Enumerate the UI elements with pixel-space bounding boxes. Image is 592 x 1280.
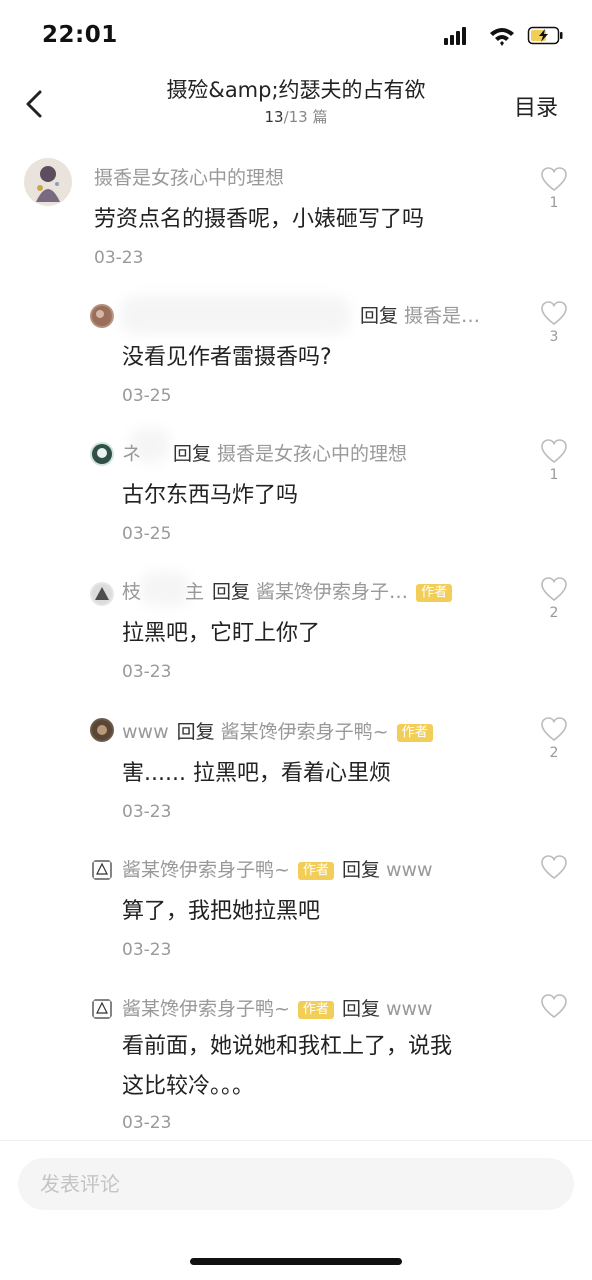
- avatar[interactable]: [90, 442, 114, 466]
- heart-icon: [541, 855, 567, 880]
- like-count: 2: [549, 745, 559, 761]
- like-button[interactable]: [538, 854, 570, 883]
- comment-author[interactable]: 酱某馋伊索身子鸭~: [122, 998, 290, 1020]
- comment-text: 拉黑吧，它盯上你了: [122, 621, 321, 646]
- author-badge: 作者: [297, 1001, 334, 1019]
- like-count: 1: [549, 467, 559, 483]
- reply-label: 回复: [360, 305, 399, 327]
- reply-target[interactable]: 摄香是…: [404, 305, 480, 327]
- like-count: 3: [549, 329, 559, 345]
- reply-label: 回复: [341, 998, 380, 1020]
- reply-target[interactable]: www: [386, 998, 433, 1020]
- comment-author-line: www 回复 酱某馋伊索身子鸭~ 作者: [122, 718, 433, 746]
- comment-author-line: 酱某馋伊索身子鸭~ 作者 回复 www: [122, 995, 433, 1023]
- avatar[interactable]: [90, 582, 114, 606]
- reply-target[interactable]: 摄香是女孩心中的理想: [217, 443, 407, 465]
- page-total: /13 篇: [283, 108, 328, 126]
- heart-icon: [541, 717, 567, 742]
- comment-date: 03-25: [122, 524, 172, 544]
- reply-target[interactable]: www: [386, 859, 433, 881]
- toc-button[interactable]: 目录: [514, 90, 558, 122]
- comment-date: 03-23: [94, 248, 144, 268]
- redaction-blur: [120, 296, 350, 334]
- avatar[interactable]: [24, 158, 72, 206]
- reply-item: 枝 主回复 酱某馋伊索身子… 作者 拉黑吧，它盯上你了 03-23 2: [0, 566, 592, 696]
- status-time: 22:01: [42, 22, 118, 48]
- avatar[interactable]: [90, 858, 114, 882]
- comment-item: 摄香是女孩心中的理想 劳资点名的摄香呢，小婊砸写了吗 03-23 1: [0, 150, 592, 280]
- reply-label: 回复: [173, 443, 212, 465]
- status-bar: 22:01: [0, 0, 592, 70]
- heart-icon: [541, 577, 567, 602]
- reply-label: 回复: [176, 721, 215, 743]
- page-counter: 13/13 篇: [220, 106, 372, 127]
- battery-charging-icon: [527, 26, 563, 45]
- reply-target[interactable]: 酱某馋伊索身子…: [256, 581, 408, 603]
- like-count: 2: [549, 605, 559, 621]
- like-button[interactable]: 2: [538, 576, 570, 621]
- like-button[interactable]: 1: [538, 166, 570, 211]
- heart-icon: [541, 439, 567, 464]
- reply-item: 回复 摄香是… 没看见作者雷摄香吗? 03-25 3: [0, 290, 592, 420]
- comment-author[interactable]: ネ: [122, 443, 141, 465]
- reply-label: 回复: [341, 859, 380, 881]
- comment-author-tail[interactable]: 主: [185, 581, 204, 603]
- author-badge: 作者: [297, 862, 334, 880]
- author-badge: 作者: [416, 584, 453, 602]
- reply-item: 酱某馋伊索身子鸭~ 作者 回复 www 算了，我把她拉黑吧 03-23: [0, 846, 592, 976]
- comment-text: 害...... 拉黑吧，看着心里烦: [122, 761, 391, 786]
- like-button[interactable]: 2: [538, 716, 570, 761]
- avatar[interactable]: [90, 304, 114, 328]
- comment-date: 03-23: [122, 662, 172, 682]
- reply-target[interactable]: 酱某馋伊索身子鸭~: [221, 721, 389, 743]
- status-icons: [444, 24, 570, 48]
- like-count: 1: [549, 195, 559, 211]
- like-button[interactable]: [538, 993, 570, 1022]
- avatar[interactable]: [90, 997, 114, 1021]
- comment-author-line: ネ 回复 摄香是女孩心中的理想: [122, 440, 407, 468]
- comment-date: 03-23: [122, 940, 172, 960]
- comment-author[interactable]: 枝: [122, 581, 141, 603]
- back-button[interactable]: [18, 86, 50, 122]
- heart-icon: [541, 167, 567, 192]
- reply-item: www 回复 酱某馋伊索身子鸭~ 作者 害...... 拉黑吧，看着心里烦 03-23…: [0, 706, 592, 836]
- comment-author-line: 摄香是女孩心中的理想: [94, 164, 284, 192]
- comment-text: 算了，我把她拉黑吧: [122, 899, 321, 924]
- heart-icon: [541, 301, 567, 326]
- comment-author-line: 回复 摄香是…: [360, 302, 480, 330]
- wifi-icon: [490, 28, 514, 46]
- comment-date: 03-23: [122, 1113, 172, 1133]
- reply-item: 酱某馋伊索身子鸭~ 作者 回复 www 看前面，她说她和我杠上了，说我 这比较冷。。。…: [0, 985, 592, 1135]
- nav-bar: 摄殓&amp;约瑟夫的占有欲 13/13 篇 目录: [0, 70, 592, 142]
- page-current: 13: [264, 108, 284, 126]
- comment-input[interactable]: [18, 1158, 574, 1210]
- comment-date: 03-25: [122, 386, 172, 406]
- comment-author[interactable]: 酱某馋伊索身子鸭~: [122, 859, 290, 881]
- reply-label: 回复: [212, 581, 251, 603]
- author-badge: 作者: [396, 724, 433, 742]
- cellular-signal-icon: [444, 27, 466, 45]
- avatar[interactable]: [90, 718, 114, 742]
- comment-author-line: 枝 主回复 酱某馋伊索身子… 作者: [122, 578, 453, 606]
- comment-date: 03-23: [122, 802, 172, 822]
- home-indicator: [190, 1258, 402, 1265]
- divider: [0, 1140, 592, 1141]
- comment-author-line: 酱某馋伊索身子鸭~ 作者 回复 www: [122, 856, 433, 884]
- like-button[interactable]: 3: [538, 300, 570, 345]
- comment-text-line: 这比较冷。。。: [122, 1074, 255, 1099]
- chevron-left-icon: [26, 90, 42, 118]
- comment-author[interactable]: 摄香是女孩心中的理想: [94, 167, 284, 189]
- heart-icon: [541, 994, 567, 1019]
- like-button[interactable]: 1: [538, 438, 570, 483]
- comment-text: 劳资点名的摄香呢，小婊砸写了吗: [94, 207, 425, 232]
- comment-text: 古尔东西马炸了吗: [122, 483, 299, 508]
- comment-text: 没看见作者雷摄香吗?: [122, 345, 332, 370]
- page-title: 摄殓&amp;约瑟夫的占有欲: [166, 78, 426, 102]
- reply-item: ネ 回复 摄香是女孩心中的理想 古尔东西马炸了吗 03-25 1: [0, 428, 592, 558]
- comment-text-line: 看前面，她说她和我杠上了，说我: [122, 1034, 453, 1059]
- comment-author[interactable]: www: [122, 721, 169, 743]
